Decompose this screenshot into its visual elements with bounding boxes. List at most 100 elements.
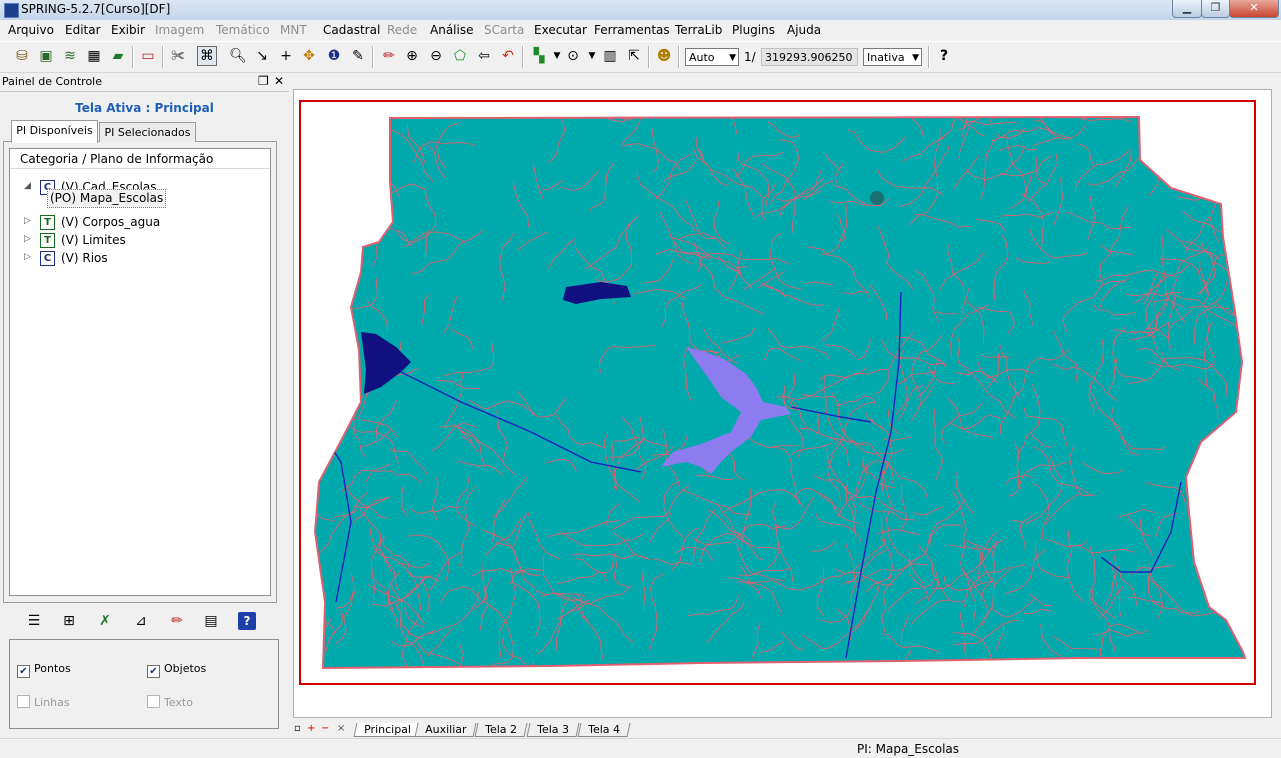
minimize-button[interactable]: ▁: [1172, 0, 1202, 18]
float-icon[interactable]: ❐: [258, 74, 269, 88]
close-screen-icon[interactable]: ×: [337, 723, 345, 734]
menu-ajuda[interactable]: Ajuda: [787, 23, 821, 37]
remove-screen-icon[interactable]: −: [321, 723, 329, 734]
raster-icon[interactable]: ▚: [530, 47, 548, 65]
menu-cadastral[interactable]: Cadastral: [323, 23, 380, 37]
menu-mnt[interactable]: MNT: [280, 23, 307, 37]
checkbox-linhas[interactable]: Linhas: [17, 695, 70, 709]
menu-executar[interactable]: Executar: [534, 23, 587, 37]
menu-arquivo[interactable]: Arquivo: [8, 23, 54, 37]
checkbox-pontos[interactable]: ✔ Pontos: [17, 662, 71, 678]
expand-icon[interactable]: ▷: [24, 252, 34, 262]
arrow-down-right-icon[interactable]: ↘: [253, 47, 271, 65]
info-icon[interactable]: ❶: [325, 47, 343, 65]
small-lake: [870, 191, 884, 205]
close-button[interactable]: ✕: [1229, 0, 1279, 18]
collapse-icon[interactable]: ◢: [24, 181, 34, 191]
menu-terralib[interactable]: TerraLib: [675, 23, 722, 37]
chevron-down-icon[interactable]: ▼: [583, 47, 601, 65]
expand-icon[interactable]: ▷: [24, 234, 34, 244]
undo-icon[interactable]: ↶: [499, 47, 517, 65]
measure-icon[interactable]: ✎: [349, 47, 367, 65]
zoom-tool-icon[interactable]: ⊙: [564, 47, 582, 65]
search-icon[interactable]: 🔍︎: [229, 47, 247, 65]
window-icon[interactable]: ▫: [294, 723, 301, 734]
screen-tabs: ▫ + − × Principal Auxiliar Tela 2 Tela 3…: [293, 721, 993, 737]
add-screen-icon[interactable]: +: [307, 723, 315, 734]
pan-icon[interactable]: ✥: [300, 47, 318, 65]
list-icon[interactable]: ☰: [25, 612, 43, 630]
layers-icon[interactable]: ≋: [61, 47, 79, 65]
layer-tree: Categoria / Plano de Informação ◢ C (V) …: [9, 148, 271, 596]
chevron-down-icon: ▼: [912, 53, 919, 63]
palette-icon[interactable]: ☻: [655, 47, 673, 65]
database-icon[interactable]: ⛁: [13, 47, 31, 65]
tab-tela-2[interactable]: Tela 2: [474, 723, 528, 737]
checkbox-objetos[interactable]: ✔ Objetos: [147, 662, 206, 678]
tab-tela-3[interactable]: Tela 3: [526, 723, 580, 737]
help-icon[interactable]: ?: [238, 612, 256, 630]
help-icon[interactable]: ?: [935, 47, 953, 65]
menu-analise[interactable]: Análise: [430, 23, 473, 37]
map-drawing[interactable]: [301, 102, 1254, 683]
edit-layer-icon[interactable]: ✗: [96, 612, 114, 630]
menu-editar[interactable]: Editar: [65, 23, 101, 37]
attributes-icon[interactable]: ⊿: [132, 612, 150, 630]
menu-exibir[interactable]: Exibir: [111, 23, 145, 37]
tab-principal[interactable]: Principal: [353, 723, 422, 737]
tree-item-label: (V) Corpos_agua: [61, 215, 161, 229]
parallelogram-icon[interactable]: ▰: [109, 47, 127, 65]
menu-ferramentas[interactable]: Ferramentas: [594, 23, 670, 37]
cursor-plus-icon[interactable]: ⇱: [625, 47, 643, 65]
tab-pi-disponiveis[interactable]: PI Disponíveis: [11, 120, 98, 143]
grid-icon[interactable]: ▦: [85, 47, 103, 65]
zoom-in-icon[interactable]: ⊕: [403, 47, 421, 65]
draw-icon[interactable]: ✏: [168, 612, 186, 630]
status-text: PI: Mapa_Escolas: [857, 742, 960, 756]
query-icon[interactable]: ⊞: [60, 612, 78, 630]
cadastral-category-icon: C: [40, 251, 55, 266]
status-bar: PI: Mapa_Escolas: [0, 738, 1281, 758]
menu-bar: Arquivo Editar Exibir Imagem Temático MN…: [0, 20, 1281, 40]
chevron-down-icon: ▼: [729, 53, 736, 63]
state-select[interactable]: Inativa ▼: [863, 48, 922, 66]
cursor-select-icon[interactable]: ✀: [169, 47, 187, 65]
menu-imagem[interactable]: Imagem: [155, 23, 204, 37]
table-icon[interactable]: ▥: [601, 47, 619, 65]
tab-auxiliar[interactable]: Auxiliar: [414, 723, 477, 737]
check-icon: ✔: [17, 665, 30, 678]
expand-icon[interactable]: ▷: [24, 216, 34, 226]
zoom-mode-select[interactable]: Auto ▼: [685, 48, 739, 66]
toolbar: ⛁ ▣ ≋ ▦ ▰ ▭ ✀ ⌘ 🔍︎ ↘ + ✥ ❶ ✎ ✏ ⊕ ⊖ ⬠ ⇦ ↶…: [0, 41, 1281, 73]
map-region: [313, 115, 1247, 670]
scale-input[interactable]: 319293.906250: [761, 48, 858, 66]
project-icon[interactable]: ▣: [37, 47, 55, 65]
state-value: Inativa: [867, 51, 905, 64]
tree-header: Categoria / Plano de Informação: [10, 149, 270, 169]
tab-pi-selecionados[interactable]: PI Selecionados: [99, 122, 196, 142]
check-icon: ✔: [147, 665, 160, 678]
panel-header: Painel de Controle ❐ ✕: [0, 73, 289, 92]
display-icon[interactable]: ▭: [139, 47, 157, 65]
tree-item-mapa-escolas[interactable]: (PO) Mapa_Escolas: [47, 189, 167, 208]
menu-tematico[interactable]: Temático: [216, 23, 270, 37]
legend-icon[interactable]: ▤: [202, 612, 220, 630]
zoom-area-icon[interactable]: ⬠: [451, 47, 469, 65]
tab-tela-4[interactable]: Tela 4: [577, 723, 631, 737]
checkbox-texto[interactable]: Texto: [147, 695, 193, 709]
window-title: SPRING-5.2.7[Curso][DF]: [21, 2, 171, 16]
plus-icon[interactable]: +: [277, 47, 295, 65]
thematic-category-icon: T: [40, 233, 55, 248]
info-cursor-icon[interactable]: ⌘: [197, 46, 217, 66]
close-panel-icon[interactable]: ✕: [274, 74, 284, 88]
menu-plugins[interactable]: Plugins: [732, 23, 775, 37]
menu-scarta[interactable]: SCarta: [484, 23, 524, 37]
pencil-icon[interactable]: ✏: [380, 47, 398, 65]
maximize-button[interactable]: ❐: [1201, 0, 1230, 18]
tree-item-label: (V) Rios: [61, 251, 108, 265]
zoom-mode-value: Auto: [689, 51, 715, 64]
back-icon[interactable]: ⇦: [475, 47, 493, 65]
thematic-category-icon: T: [40, 215, 55, 230]
menu-rede[interactable]: Rede: [387, 23, 417, 37]
zoom-out-icon[interactable]: ⊖: [427, 47, 445, 65]
